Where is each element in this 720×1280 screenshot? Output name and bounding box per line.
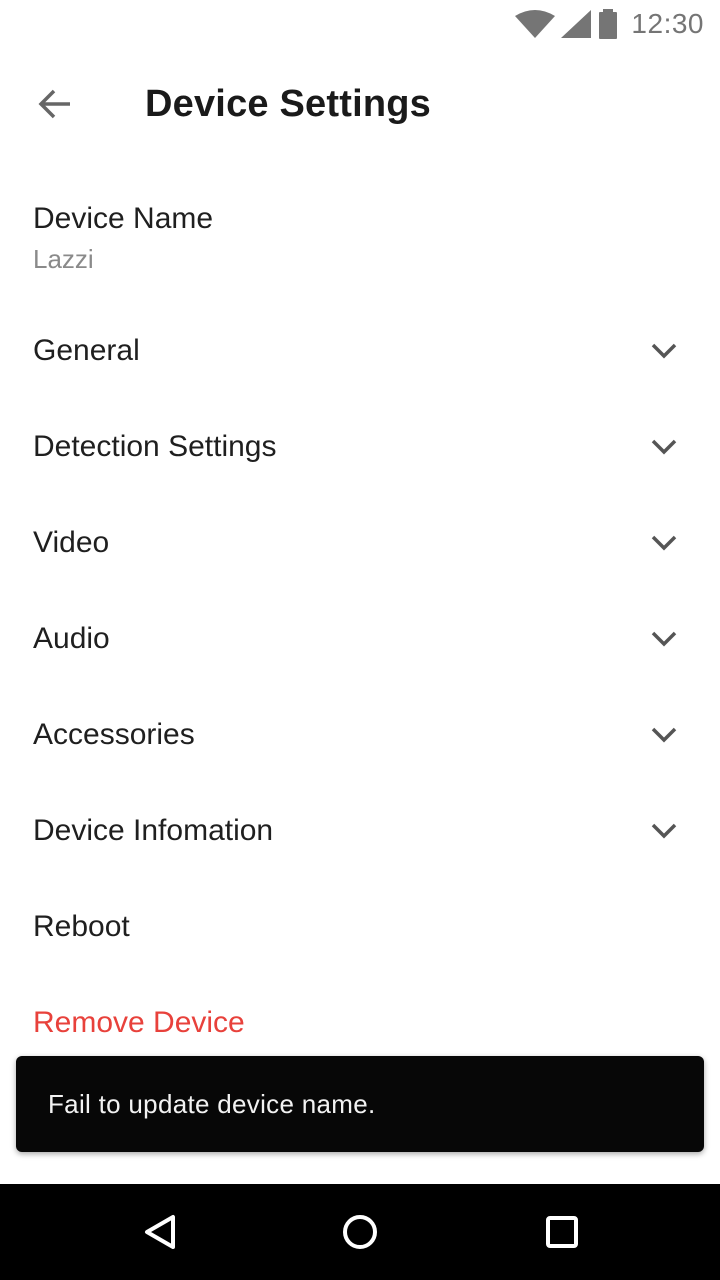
chevron-down-icon: [651, 439, 677, 455]
battery-icon: [597, 9, 619, 39]
settings-item-label: Detection Settings: [33, 430, 277, 463]
nav-recents-button[interactable]: [530, 1200, 594, 1264]
remove-device-label: Remove Device: [33, 1006, 245, 1039]
chevron-down-icon: [651, 631, 677, 647]
recents-square-icon: [546, 1216, 578, 1248]
back-triangle-icon: [145, 1215, 175, 1249]
settings-item-label: General: [33, 334, 140, 367]
chevron-down-icon: [651, 823, 677, 839]
settings-item-audio[interactable]: Audio: [0, 591, 720, 687]
chevron-down-icon: [651, 727, 677, 743]
home-circle-icon: [343, 1215, 377, 1249]
snackbar-message: Fail to update device name.: [48, 1089, 376, 1119]
chevron-down-icon: [651, 343, 677, 359]
snackbar: Fail to update device name.: [16, 1056, 704, 1152]
device-name-row[interactable]: Device Name Lazzi: [0, 180, 720, 300]
settings-item-label: Accessories: [33, 718, 195, 751]
settings-item-detection-settings[interactable]: Detection Settings: [0, 399, 720, 495]
settings-item-general[interactable]: General: [0, 303, 720, 399]
system-nav-bar: [0, 1184, 720, 1280]
app-bar: Device Settings: [0, 56, 720, 152]
page-title: Device Settings: [145, 83, 431, 125]
wifi-icon: [515, 10, 556, 38]
settings-item-label: Device Infomation: [33, 814, 274, 847]
device-settings-screen: 12:30 Device Settings Device Name Lazzi …: [0, 0, 720, 1280]
nav-home-button[interactable]: [328, 1200, 392, 1264]
device-name-value: Lazzi: [33, 244, 94, 274]
settings-item-device-information[interactable]: Device Infomation: [0, 783, 720, 879]
back-button[interactable]: [24, 72, 88, 136]
device-name-label: Device Name: [33, 202, 214, 235]
settings-item-label: Video: [33, 526, 110, 559]
signal-icon: [561, 10, 592, 38]
chevron-down-icon: [651, 535, 677, 551]
arrow-left-icon: [38, 89, 70, 119]
status-clock: 12:30: [631, 8, 704, 39]
status-bar: 12:30: [0, 0, 720, 48]
settings-item-reboot[interactable]: Reboot: [0, 879, 720, 975]
settings-item-label: Reboot: [33, 910, 130, 943]
settings-list: General Detection Settings Video Audio A…: [0, 303, 720, 1071]
nav-back-button[interactable]: [128, 1200, 192, 1264]
settings-item-accessories[interactable]: Accessories: [0, 687, 720, 783]
settings-item-label: Audio: [33, 622, 110, 655]
settings-item-video[interactable]: Video: [0, 495, 720, 591]
